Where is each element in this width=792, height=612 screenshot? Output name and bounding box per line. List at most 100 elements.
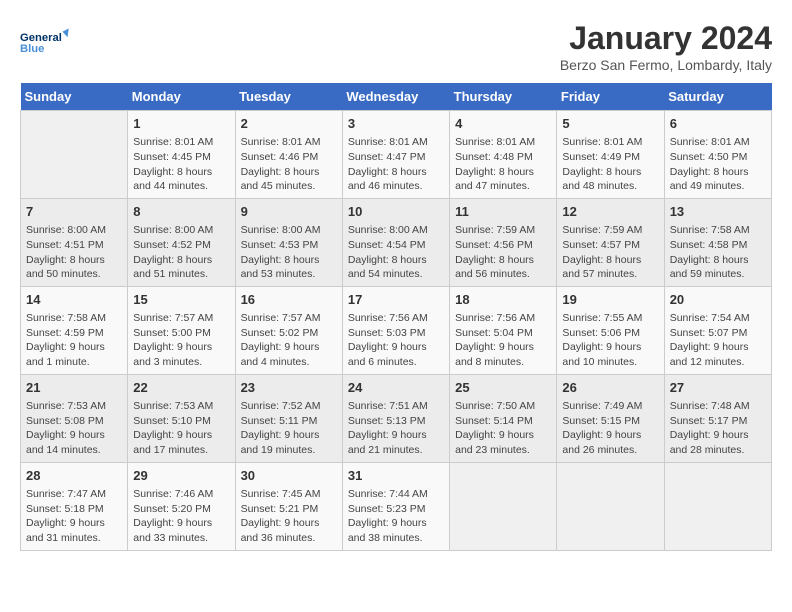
day-number: 4: [455, 115, 551, 133]
day-info: Sunrise: 7:59 AMSunset: 4:56 PMDaylight:…: [455, 223, 551, 282]
day-info: Sunrise: 8:01 AMSunset: 4:49 PMDaylight:…: [562, 135, 658, 194]
day-info: Sunrise: 7:58 AMSunset: 4:58 PMDaylight:…: [670, 223, 766, 282]
day-number: 26: [562, 379, 658, 397]
month-title: January 2024: [560, 20, 772, 57]
calendar-cell: 5 Sunrise: 8:01 AMSunset: 4:49 PMDaylight…: [557, 111, 664, 199]
day-info: Sunrise: 8:00 AMSunset: 4:51 PMDaylight:…: [26, 223, 122, 282]
day-info: Sunrise: 7:57 AMSunset: 5:00 PMDaylight:…: [133, 311, 229, 370]
day-info: Sunrise: 7:54 AMSunset: 5:07 PMDaylight:…: [670, 311, 766, 370]
day-info: Sunrise: 7:50 AMSunset: 5:14 PMDaylight:…: [455, 399, 551, 458]
day-number: 27: [670, 379, 766, 397]
day-number: 25: [455, 379, 551, 397]
calendar-cell: [450, 462, 557, 550]
calendar-cell: 12 Sunrise: 7:59 AMSunset: 4:57 PMDayligh…: [557, 198, 664, 286]
day-number: 2: [241, 115, 337, 133]
calendar-cell: 25 Sunrise: 7:50 AMSunset: 5:14 PMDayligh…: [450, 374, 557, 462]
day-number: 8: [133, 203, 229, 221]
day-number: 10: [348, 203, 444, 221]
day-number: 15: [133, 291, 229, 309]
calendar-cell: 6 Sunrise: 8:01 AMSunset: 4:50 PMDaylight…: [664, 111, 771, 199]
calendar-cell: 3Sunrise: 8:01 AMSunset: 4:47 PMDaylight…: [342, 111, 449, 199]
calendar-cell: 26 Sunrise: 7:49 AMSunset: 5:15 PMDayligh…: [557, 374, 664, 462]
day-number: 16: [241, 291, 337, 309]
day-info: Sunrise: 8:01 AMSunset: 4:46 PMDaylight:…: [241, 135, 337, 194]
day-number: 20: [670, 291, 766, 309]
day-number: 12: [562, 203, 658, 221]
calendar-cell: 4 Sunrise: 8:01 AMSunset: 4:48 PMDaylight…: [450, 111, 557, 199]
day-info: Sunrise: 7:49 AMSunset: 5:15 PMDaylight:…: [562, 399, 658, 458]
calendar-cell: 30Sunrise: 7:45 AMSunset: 5:21 PMDayligh…: [235, 462, 342, 550]
day-info: Sunrise: 7:47 AMSunset: 5:18 PMDaylight:…: [26, 487, 122, 546]
day-number: 6: [670, 115, 766, 133]
calendar-cell: 11 Sunrise: 7:59 AMSunset: 4:56 PMDayligh…: [450, 198, 557, 286]
day-info: Sunrise: 8:01 AMSunset: 4:50 PMDaylight:…: [670, 135, 766, 194]
day-info: Sunrise: 8:01 AMSunset: 4:45 PMDaylight:…: [133, 135, 229, 194]
day-number: 19: [562, 291, 658, 309]
day-info: Sunrise: 8:00 AMSunset: 4:54 PMDaylight:…: [348, 223, 444, 282]
day-number: 21: [26, 379, 122, 397]
calendar-cell: [664, 462, 771, 550]
day-number: 5: [562, 115, 658, 133]
title-area: January 2024 Berzo San Fermo, Lombardy, …: [560, 20, 772, 73]
day-number: 14: [26, 291, 122, 309]
column-header-monday: Monday: [128, 83, 235, 111]
location: Berzo San Fermo, Lombardy, Italy: [560, 57, 772, 73]
day-info: Sunrise: 7:57 AMSunset: 5:02 PMDaylight:…: [241, 311, 337, 370]
day-info: Sunrise: 7:44 AMSunset: 5:23 PMDaylight:…: [348, 487, 444, 546]
calendar-cell: 20 Sunrise: 7:54 AMSunset: 5:07 PMDayligh…: [664, 286, 771, 374]
svg-text:General: General: [20, 32, 62, 44]
calendar-cell: 22Sunrise: 7:53 AMSunset: 5:10 PMDayligh…: [128, 374, 235, 462]
day-number: 13: [670, 203, 766, 221]
calendar-cell: 19 Sunrise: 7:55 AMSunset: 5:06 PMDayligh…: [557, 286, 664, 374]
calendar-cell: 27 Sunrise: 7:48 AMSunset: 5:17 PMDayligh…: [664, 374, 771, 462]
day-number: 23: [241, 379, 337, 397]
day-number: 30: [241, 467, 337, 485]
day-number: 28: [26, 467, 122, 485]
day-number: 24: [348, 379, 444, 397]
day-info: Sunrise: 7:55 AMSunset: 5:06 PMDaylight:…: [562, 311, 658, 370]
calendar-cell: 8Sunrise: 8:00 AMSunset: 4:52 PMDaylight…: [128, 198, 235, 286]
week-row-5: 28 Sunrise: 7:47 AMSunset: 5:18 PMDayligh…: [21, 462, 772, 550]
day-number: 7: [26, 203, 122, 221]
day-number: 18: [455, 291, 551, 309]
calendar-cell: 15 Sunrise: 7:57 AMSunset: 5:00 PMDayligh…: [128, 286, 235, 374]
column-header-thursday: Thursday: [450, 83, 557, 111]
day-number: 22: [133, 379, 229, 397]
logo-svg: General Blue: [20, 20, 70, 65]
calendar-cell: 14 Sunrise: 7:58 AMSunset: 4:59 PMDayligh…: [21, 286, 128, 374]
calendar-cell: 10 Sunrise: 8:00 AMSunset: 4:54 PMDayligh…: [342, 198, 449, 286]
header-row: SundayMondayTuesdayWednesdayThursdayFrid…: [21, 83, 772, 111]
calendar-cell: 17Sunrise: 7:56 AMSunset: 5:03 PMDayligh…: [342, 286, 449, 374]
calendar-cell: 16 Sunrise: 7:57 AMSunset: 5:02 PMDayligh…: [235, 286, 342, 374]
day-number: 9: [241, 203, 337, 221]
calendar-cell: 7 Sunrise: 8:00 AMSunset: 4:51 PMDaylight…: [21, 198, 128, 286]
column-header-friday: Friday: [557, 83, 664, 111]
day-info: Sunrise: 8:01 AMSunset: 4:48 PMDaylight:…: [455, 135, 551, 194]
day-info: Sunrise: 7:51 AMSunset: 5:13 PMDaylight:…: [348, 399, 444, 458]
day-info: Sunrise: 7:48 AMSunset: 5:17 PMDaylight:…: [670, 399, 766, 458]
day-info: Sunrise: 7:59 AMSunset: 4:57 PMDaylight:…: [562, 223, 658, 282]
calendar-cell: 29Sunrise: 7:46 AMSunset: 5:20 PMDayligh…: [128, 462, 235, 550]
calendar-table: SundayMondayTuesdayWednesdayThursdayFrid…: [20, 83, 772, 551]
column-header-tuesday: Tuesday: [235, 83, 342, 111]
calendar-cell: 2 Sunrise: 8:01 AMSunset: 4:46 PMDaylight…: [235, 111, 342, 199]
column-header-sunday: Sunday: [21, 83, 128, 111]
day-info: Sunrise: 7:58 AMSunset: 4:59 PMDaylight:…: [26, 311, 122, 370]
calendar-cell: 21 Sunrise: 7:53 AMSunset: 5:08 PMDayligh…: [21, 374, 128, 462]
column-header-saturday: Saturday: [664, 83, 771, 111]
calendar-cell: 31 Sunrise: 7:44 AMSunset: 5:23 PMDayligh…: [342, 462, 449, 550]
day-number: 11: [455, 203, 551, 221]
calendar-cell: 28 Sunrise: 7:47 AMSunset: 5:18 PMDayligh…: [21, 462, 128, 550]
week-row-2: 7 Sunrise: 8:00 AMSunset: 4:51 PMDaylight…: [21, 198, 772, 286]
day-number: 31: [348, 467, 444, 485]
logo: General Blue: [20, 20, 70, 65]
column-header-wednesday: Wednesday: [342, 83, 449, 111]
day-info: Sunrise: 7:53 AMSunset: 5:08 PMDaylight:…: [26, 399, 122, 458]
svg-text:Blue: Blue: [20, 43, 44, 55]
week-row-4: 21 Sunrise: 7:53 AMSunset: 5:08 PMDayligh…: [21, 374, 772, 462]
day-number: 1: [133, 115, 229, 133]
day-number: 3: [348, 115, 444, 133]
calendar-cell: 13 Sunrise: 7:58 AMSunset: 4:58 PMDayligh…: [664, 198, 771, 286]
day-info: Sunrise: 8:00 AMSunset: 4:53 PMDaylight:…: [241, 223, 337, 282]
calendar-cell: 24 Sunrise: 7:51 AMSunset: 5:13 PMDayligh…: [342, 374, 449, 462]
